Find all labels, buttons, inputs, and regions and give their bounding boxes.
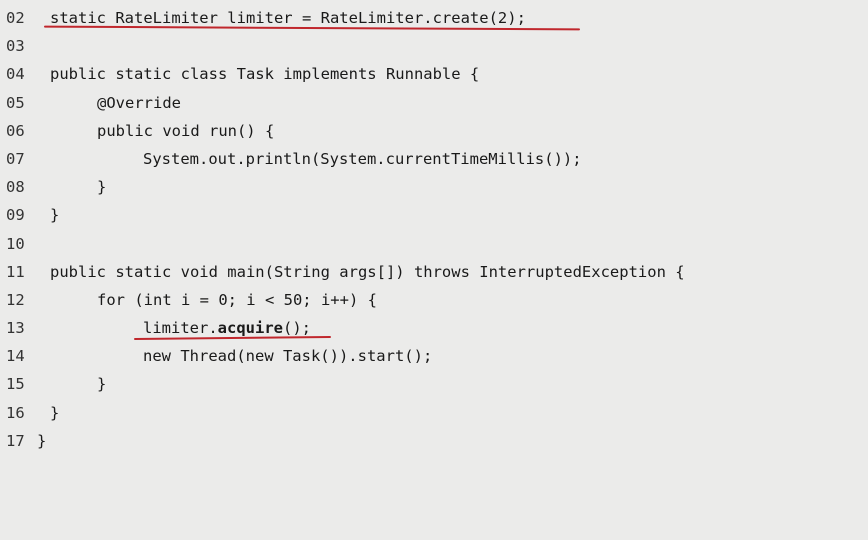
code-line: 11 public static void main(String args[]… [0, 258, 868, 286]
code-line: 07 System.out.println(System.currentTime… [0, 145, 868, 173]
code-line: 06 public void run() { [0, 117, 868, 145]
code-line: 08 } [0, 173, 868, 201]
code-text-suffix: (); [282, 319, 311, 338]
line-number: 04 [6, 65, 25, 84]
code-text: System.out.println(System.currentTimeMil… [143, 149, 582, 168]
code-line: 13 limiter.acquire(); [0, 314, 868, 342]
line-number: 10 [6, 234, 25, 253]
line-number: 17 [6, 431, 25, 450]
code-text: new Thread(new Task()).start(); [143, 347, 433, 366]
code-text: @Override [97, 93, 181, 112]
code-listing: 02 static RateLimiter limiter = RateLimi… [0, 4, 868, 455]
line-number: 13 [6, 319, 25, 338]
code-line: 14 new Thread(new Task()).start(); [0, 342, 868, 370]
line-number: 16 [6, 403, 25, 422]
code-line: 12 for (int i = 0; i < 50; i++) { [0, 286, 868, 314]
code-text: } [50, 403, 60, 422]
code-text: for (int i = 0; i < 50; i++) { [97, 290, 377, 309]
code-text: public void run() { [97, 121, 275, 140]
code-line: 17 } [0, 427, 868, 455]
code-text: public static void main(String args[]) t… [50, 262, 685, 281]
line-number: 06 [6, 121, 25, 140]
code-text: } [97, 375, 107, 394]
acquire-keyword: acquire [217, 319, 283, 338]
line-number: 07 [6, 149, 25, 168]
code-line: 09 } [0, 201, 868, 229]
code-text: } [37, 431, 47, 450]
code-line: 03 [0, 32, 868, 60]
line-number: 05 [6, 93, 25, 112]
code-text: public static class Task implements Runn… [50, 65, 480, 84]
code-line: 15 } [0, 370, 868, 398]
code-line: 16 } [0, 399, 868, 427]
code-line: 05 @Override [0, 89, 868, 117]
line-number: 12 [6, 290, 25, 309]
line-number: 08 [6, 178, 25, 197]
code-text: } [97, 178, 107, 197]
code-text-prefix: limiter. [143, 319, 218, 338]
code-line: 10 [0, 230, 868, 258]
code-line: 04 public static class Task implements R… [0, 60, 868, 88]
line-number: 11 [6, 262, 25, 281]
line-number: 02 [6, 9, 25, 27]
line-number: 15 [6, 375, 25, 394]
line-number: 14 [6, 347, 25, 366]
code-text: } [50, 206, 60, 225]
line-number: 03 [6, 37, 25, 56]
line-number: 09 [6, 206, 25, 225]
